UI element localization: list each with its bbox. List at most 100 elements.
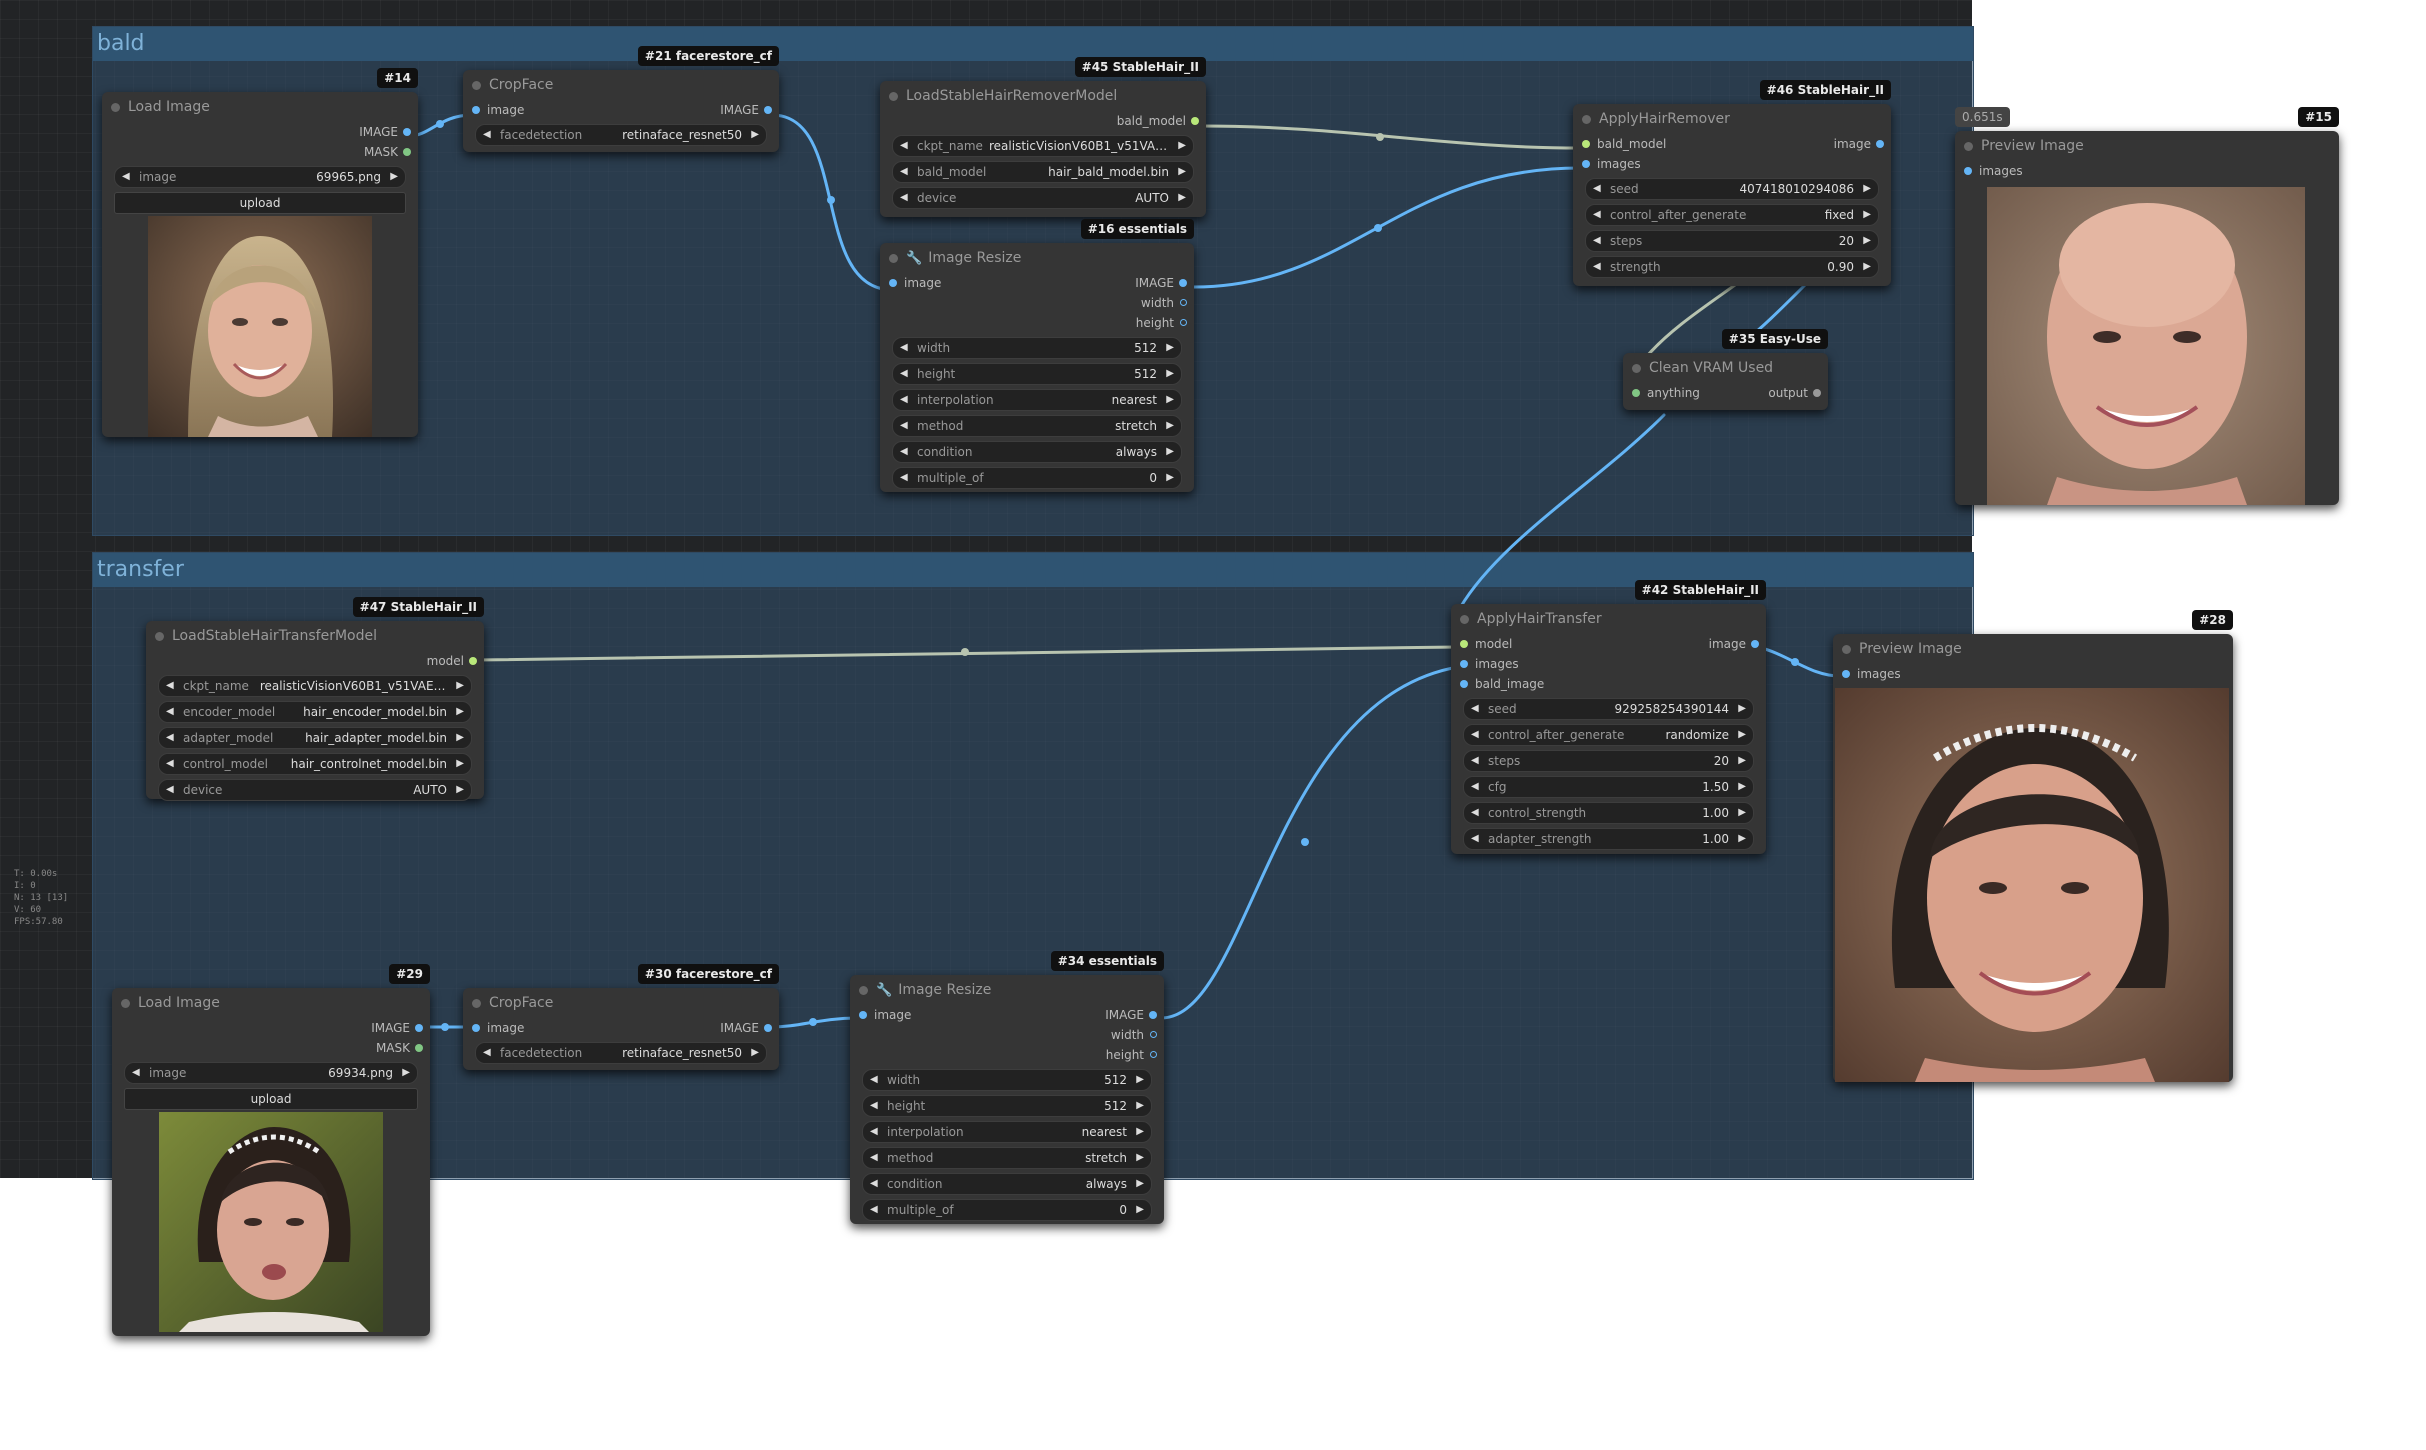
arrow-left-icon[interactable]: ◀ bbox=[166, 676, 174, 696]
interpolation-widget[interactable]: ◀ interpolation nearest ▶ bbox=[892, 389, 1182, 411]
steps-widget[interactable]: ◀ steps 20 ▶ bbox=[1463, 750, 1754, 772]
arrow-right-icon[interactable]: ▶ bbox=[1863, 257, 1871, 277]
arrow-left-icon[interactable]: ◀ bbox=[1593, 179, 1601, 199]
collapse-dot-icon[interactable] bbox=[111, 103, 120, 112]
node-title[interactable]: CropFace bbox=[463, 988, 779, 1018]
arrow-right-icon[interactable]: ▶ bbox=[1136, 1148, 1144, 1168]
arrow-right-icon[interactable]: ▶ bbox=[1166, 416, 1174, 436]
node-title[interactable]: Preview Image bbox=[1955, 131, 2339, 161]
node-title[interactable]: LoadStableHairTransferModel bbox=[146, 621, 484, 651]
output-port-icon[interactable] bbox=[1180, 319, 1187, 326]
node-image-resize-16[interactable]: #16 essentials 🔧 Image Resize image IMAGE … bbox=[880, 219, 1194, 492]
bald-model-widget[interactable]: ◀ bald_model hair_bald_model.bin ▶ bbox=[892, 161, 1194, 183]
output-port-icon[interactable] bbox=[764, 1024, 772, 1032]
input-port-icon[interactable] bbox=[472, 1024, 480, 1032]
arrow-left-icon[interactable]: ◀ bbox=[870, 1200, 878, 1220]
arrow-right-icon[interactable]: ▶ bbox=[1738, 777, 1746, 797]
arrow-right-icon[interactable]: ▶ bbox=[456, 754, 464, 774]
output-slot-image[interactable]: IMAGE bbox=[102, 122, 418, 142]
output-port-icon[interactable] bbox=[415, 1024, 423, 1032]
input-port-icon[interactable] bbox=[859, 1011, 867, 1019]
arrow-right-icon[interactable]: ▶ bbox=[1178, 162, 1186, 182]
arrow-right-icon[interactable]: ▶ bbox=[1166, 390, 1174, 410]
arrow-right-icon[interactable]: ▶ bbox=[1863, 179, 1871, 199]
arrow-left-icon[interactable]: ◀ bbox=[122, 167, 130, 187]
input-port-icon[interactable] bbox=[1582, 140, 1590, 148]
collapse-dot-icon[interactable] bbox=[121, 999, 130, 1008]
input-port-icon[interactable] bbox=[889, 279, 897, 287]
height-widget[interactable]: ◀ height 512 ▶ bbox=[892, 363, 1182, 385]
output-port-icon[interactable] bbox=[1813, 389, 1821, 397]
method-widget[interactable]: ◀ method stretch ▶ bbox=[862, 1147, 1152, 1169]
arrow-left-icon[interactable]: ◀ bbox=[166, 728, 174, 748]
upload-button[interactable]: upload bbox=[114, 192, 406, 214]
node-load-transfer-model-47[interactable]: #47 StableHair_II LoadStableHairTransfer… bbox=[146, 597, 484, 801]
arrow-left-icon[interactable]: ◀ bbox=[1471, 803, 1479, 823]
arrow-right-icon[interactable]: ▶ bbox=[1738, 725, 1746, 745]
collapse-dot-icon[interactable] bbox=[1460, 615, 1469, 624]
arrow-left-icon[interactable]: ◀ bbox=[166, 702, 174, 722]
output-slot-mask[interactable]: MASK bbox=[112, 1038, 430, 1058]
arrow-right-icon[interactable]: ▶ bbox=[1178, 136, 1186, 156]
arrow-left-icon[interactable]: ◀ bbox=[1593, 205, 1601, 225]
node-load-image-14[interactable]: #14 Load Image IMAGE MASK ◀ image 69965.pn… bbox=[102, 68, 418, 437]
arrow-right-icon[interactable]: ▶ bbox=[1863, 205, 1871, 225]
collapse-dot-icon[interactable] bbox=[1582, 115, 1591, 124]
facedetection-widget[interactable]: ◀ facedetection retinaface_resnet50 ▶ bbox=[475, 124, 767, 146]
node-title[interactable]: Load Image bbox=[102, 92, 418, 122]
ckpt-name-widget[interactable]: ◀ ckpt_name realisticVisionV60B1_v51VAE.sa… bbox=[158, 675, 472, 697]
node-apply-hair-transfer-42[interactable]: #42 StableHair_II ApplyHairTransfer mode… bbox=[1451, 580, 1766, 854]
output-slot-image[interactable]: IMAGE bbox=[112, 1018, 430, 1038]
node-preview-image-28[interactable]: #28 Preview Image images bbox=[1833, 610, 2233, 1082]
adapter-model-widget[interactable]: ◀ adapter_model hair_adapter_model.bin ▶ bbox=[158, 727, 472, 749]
control-strength-widget[interactable]: ◀ control_strength 1.00 ▶ bbox=[1463, 802, 1754, 824]
collapse-dot-icon[interactable] bbox=[1632, 364, 1641, 373]
arrow-left-icon[interactable]: ◀ bbox=[900, 468, 908, 488]
output-port-icon[interactable] bbox=[403, 148, 411, 156]
node-load-image-29[interactable]: #29 Load Image IMAGE MASK ◀ image 69934.pn… bbox=[112, 964, 430, 1336]
collapse-dot-icon[interactable] bbox=[155, 632, 164, 641]
arrow-left-icon[interactable]: ◀ bbox=[900, 442, 908, 462]
arrow-right-icon[interactable]: ▶ bbox=[456, 676, 464, 696]
output-port-icon[interactable] bbox=[1150, 1031, 1157, 1038]
upload-button[interactable]: upload bbox=[124, 1088, 418, 1110]
control-after-generate-widget[interactable]: ◀ control_after_generate fixed ▶ bbox=[1585, 204, 1879, 226]
node-apply-hair-remover-46[interactable]: #46 StableHair_II ApplyHairRemover bald_… bbox=[1573, 80, 1891, 286]
adapter-strength-widget[interactable]: ◀ adapter_strength 1.00 ▶ bbox=[1463, 828, 1754, 850]
arrow-right-icon[interactable]: ▶ bbox=[1166, 442, 1174, 462]
output-port-icon[interactable] bbox=[764, 106, 772, 114]
arrow-left-icon[interactable]: ◀ bbox=[900, 162, 908, 182]
device-widget[interactable]: ◀ device AUTO ▶ bbox=[158, 779, 472, 801]
output-port-icon[interactable] bbox=[1876, 140, 1884, 148]
node-title[interactable]: 🔧 Image Resize bbox=[850, 975, 1164, 1005]
control-after-generate-widget[interactable]: ◀ control_after_generate randomize ▶ bbox=[1463, 724, 1754, 746]
io-slot-image[interactable]: image IMAGE bbox=[850, 1005, 1164, 1025]
output-port-icon[interactable] bbox=[1149, 1011, 1157, 1019]
input-slot-images[interactable]: images bbox=[1573, 154, 1891, 174]
arrow-right-icon[interactable]: ▶ bbox=[1136, 1070, 1144, 1090]
arrow-left-icon[interactable]: ◀ bbox=[870, 1148, 878, 1168]
node-title[interactable]: Clean VRAM Used bbox=[1623, 353, 1828, 383]
output-port-icon[interactable] bbox=[1191, 117, 1199, 125]
arrow-left-icon[interactable]: ◀ bbox=[166, 754, 174, 774]
arrow-right-icon[interactable]: ▶ bbox=[456, 728, 464, 748]
node-load-remover-model-45[interactable]: #45 StableHair_II LoadStableHairRemoverM… bbox=[880, 57, 1206, 217]
node-title[interactable]: LoadStableHairRemoverModel bbox=[880, 81, 1206, 111]
arrow-left-icon[interactable]: ◀ bbox=[166, 780, 174, 800]
output-slot-model[interactable]: model bbox=[146, 651, 484, 671]
node-title[interactable]: ApplyHairTransfer bbox=[1451, 604, 1766, 634]
collapse-dot-icon[interactable] bbox=[859, 986, 868, 995]
strength-widget[interactable]: ◀ strength 0.90 ▶ bbox=[1585, 256, 1879, 278]
output-port-icon[interactable] bbox=[415, 1044, 423, 1052]
output-slot-height[interactable]: height bbox=[850, 1045, 1164, 1065]
image-select-widget[interactable]: ◀ image 69965.png ▶ bbox=[114, 166, 406, 188]
arrow-right-icon[interactable]: ▶ bbox=[1738, 829, 1746, 849]
input-port-icon[interactable] bbox=[1632, 389, 1640, 397]
node-title[interactable]: CropFace bbox=[463, 70, 779, 100]
condition-widget[interactable]: ◀ condition always ▶ bbox=[892, 441, 1182, 463]
node-image-resize-34[interactable]: #34 essentials 🔧 Image Resize image IMAGE … bbox=[850, 951, 1164, 1224]
image-select-widget[interactable]: ◀ image 69934.png ▶ bbox=[124, 1062, 418, 1084]
output-slot-width[interactable]: width bbox=[850, 1025, 1164, 1045]
arrow-left-icon[interactable]: ◀ bbox=[900, 416, 908, 436]
input-slot-images[interactable]: images bbox=[1833, 664, 2233, 684]
